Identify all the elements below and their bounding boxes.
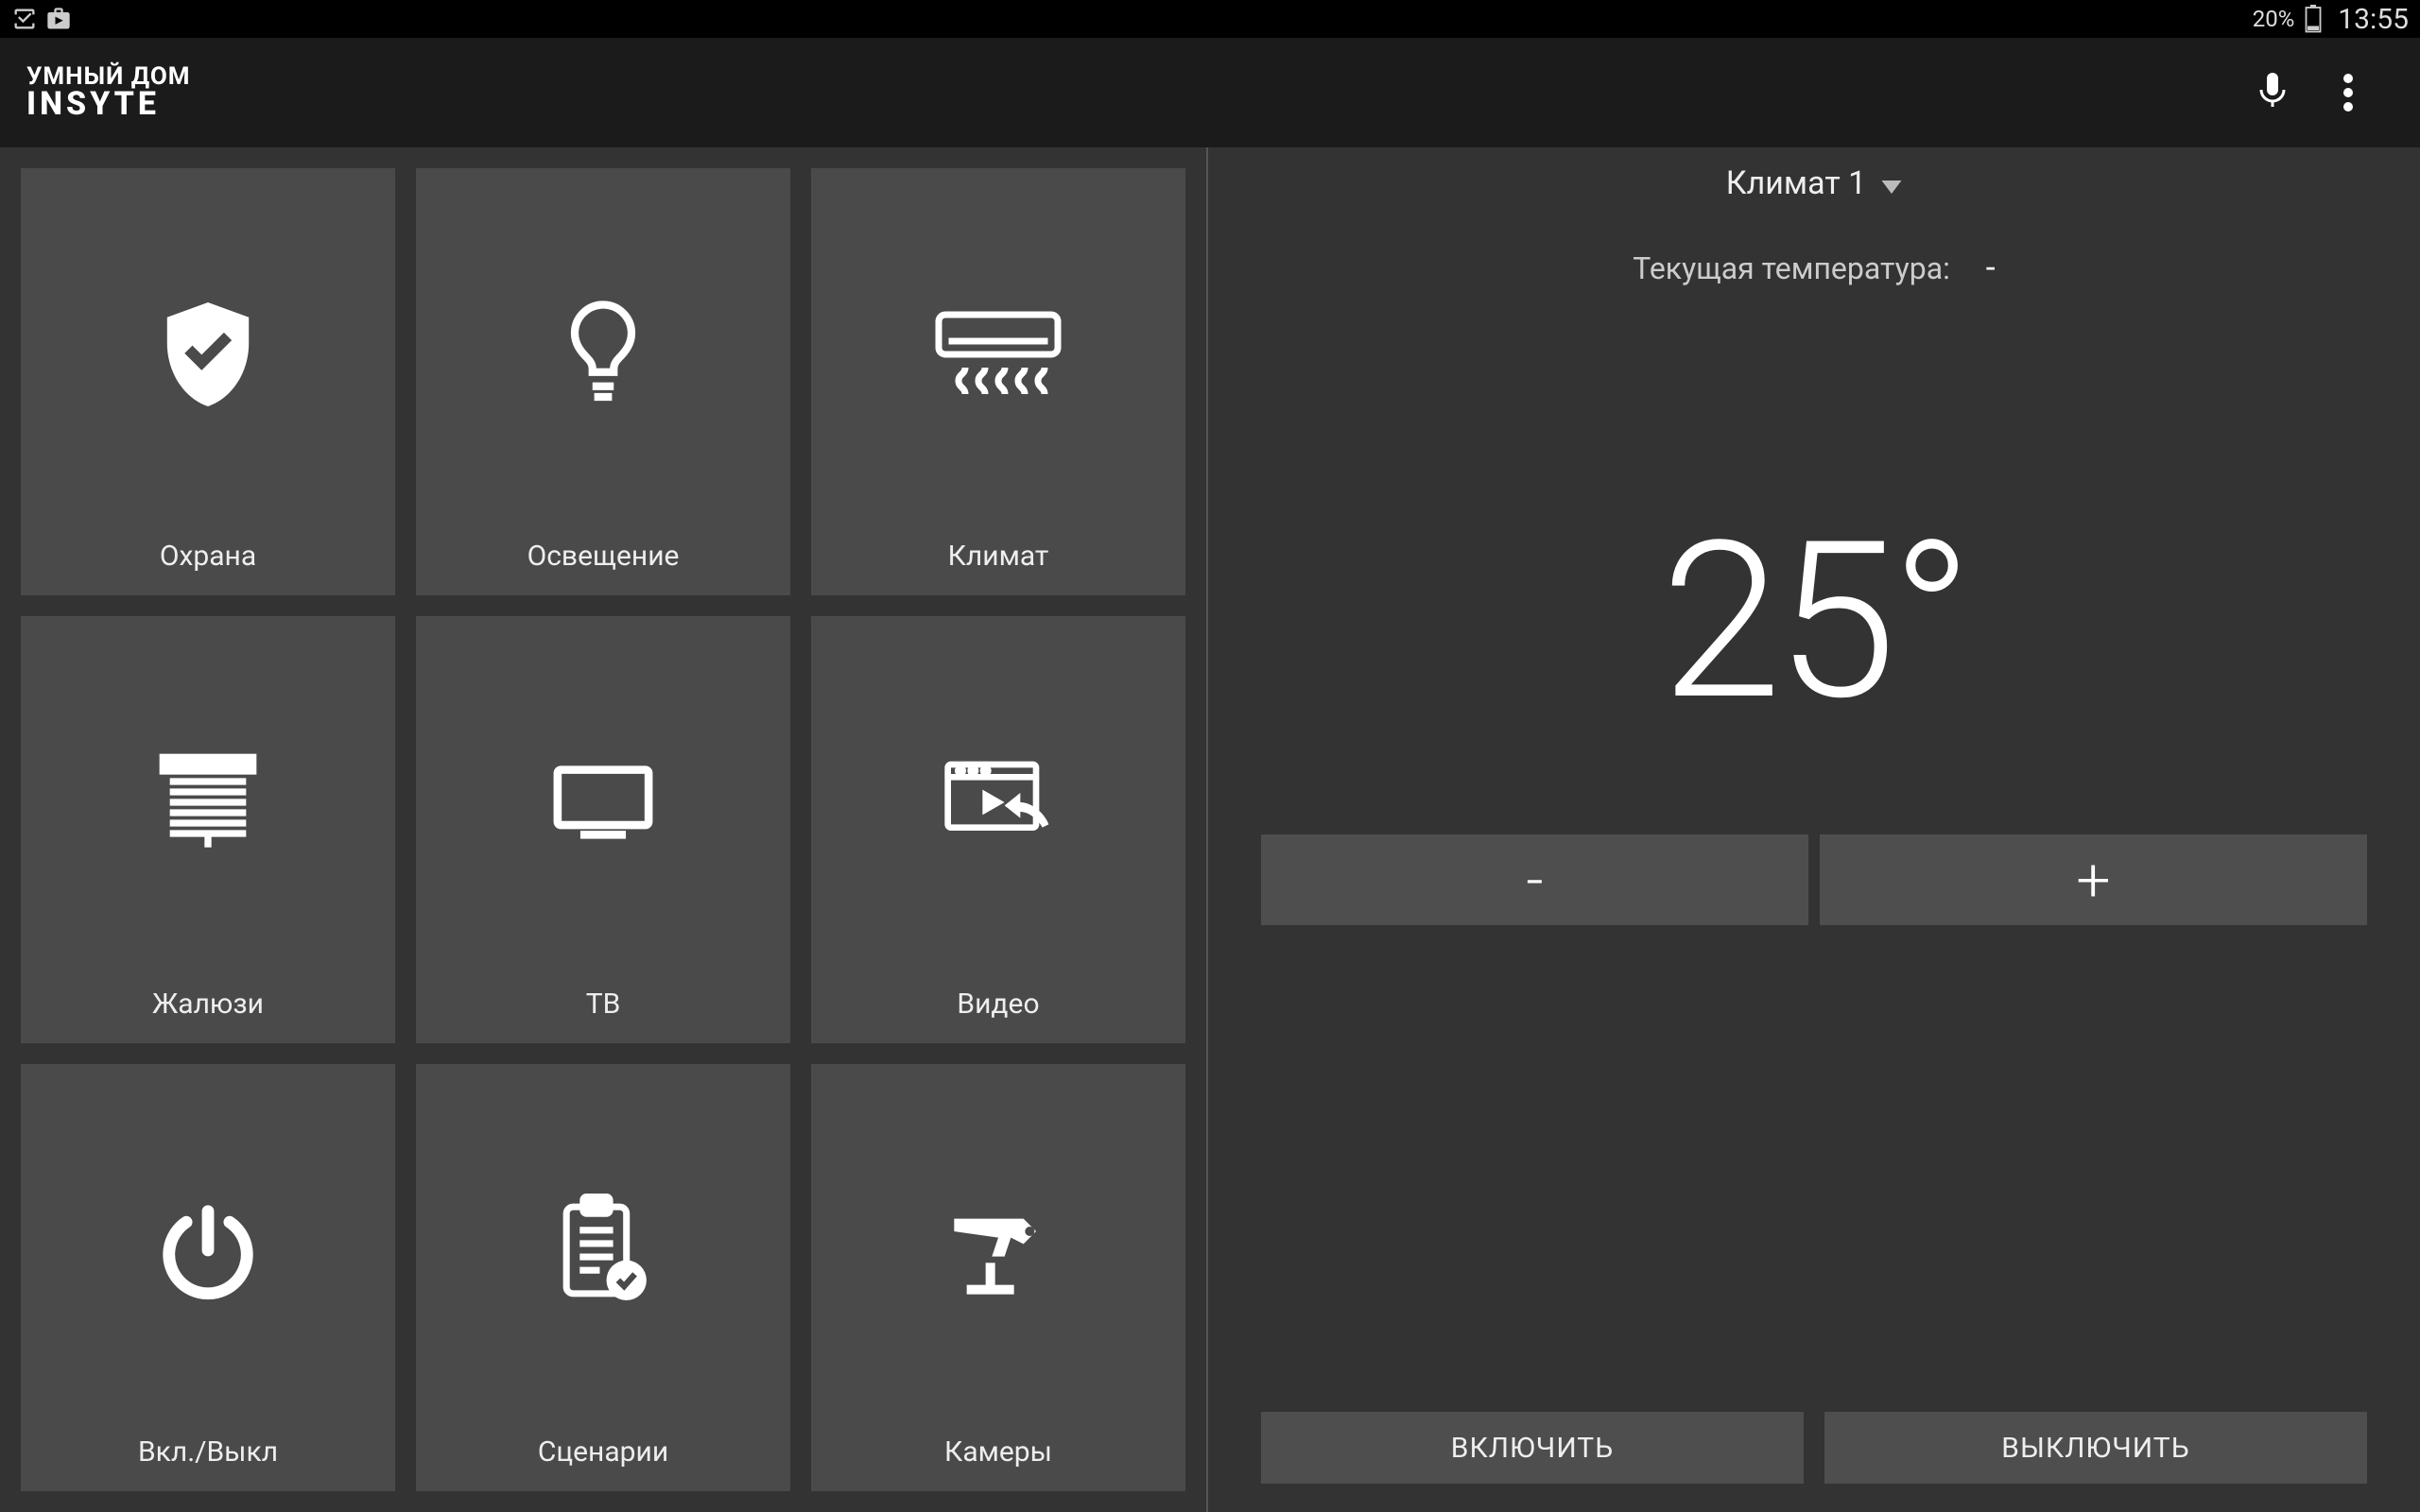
climate-panel: Климат 1 Текущая температура: - 25° - + … (1208, 147, 2420, 1512)
tile-cameras[interactable]: Камеры (811, 1064, 1185, 1491)
overflow-menu-button[interactable] (2310, 55, 2386, 130)
download-done-icon (11, 6, 38, 32)
clock: 13:55 (2338, 3, 2409, 36)
tile-climate[interactable]: Климат (811, 168, 1185, 595)
decrease-temperature-button[interactable]: - (1261, 834, 1808, 925)
turn-on-button[interactable]: ВКЛЮЧИТЬ (1261, 1412, 1804, 1484)
current-temperature-value: - (1986, 248, 1996, 287)
zone-selector[interactable]: Климат 1 (1261, 164, 2367, 202)
current-temperature-label: Текущая температура: (1633, 250, 1950, 286)
tile-label: Камеры (944, 1435, 1052, 1469)
power-icon (156, 1064, 260, 1435)
zone-name: Климат 1 (1726, 164, 1866, 202)
setpoint-temperature: 25° (1261, 495, 2367, 749)
voice-button[interactable] (2235, 55, 2310, 130)
tv-icon (551, 616, 655, 988)
turn-off-button[interactable]: ВЫКЛЮЧИТЬ (1824, 1412, 2367, 1484)
tile-label: Климат (948, 540, 1049, 573)
bulb-icon (561, 168, 646, 540)
microphone-icon (2256, 69, 2290, 116)
tile-label: ТВ (586, 988, 621, 1021)
increase-temperature-button[interactable]: + (1820, 834, 2367, 925)
cctv-icon (942, 1064, 1055, 1435)
android-status-bar: 20% 13:55 (0, 0, 2420, 38)
play-store-icon (45, 6, 72, 32)
blinds-icon (156, 616, 260, 988)
battery-icon (2304, 5, 2323, 33)
current-temperature-row: Текущая температура: - (1261, 248, 2367, 287)
tile-label: Сценарии (538, 1435, 668, 1469)
shield-check-icon (161, 168, 255, 540)
clipboard-check-icon (551, 1064, 655, 1435)
tile-label: Охрана (160, 540, 256, 573)
tile-label: Освещение (527, 540, 680, 573)
app-header: УМНЫЙ ДОМ INSYTE (0, 38, 2420, 147)
tile-label: Вкл./Выкл (138, 1435, 278, 1469)
tile-tv[interactable]: ТВ (416, 616, 790, 1043)
tile-power[interactable]: Вкл./Выкл (21, 1064, 395, 1491)
video-touch-icon (942, 616, 1055, 988)
tile-scenarios[interactable]: Сценарии (416, 1064, 790, 1491)
chevron-down-icon (1881, 164, 1902, 202)
ac-unit-icon (932, 168, 1064, 540)
more-vert-icon (2343, 74, 2353, 112)
tile-lighting[interactable]: Освещение (416, 168, 790, 595)
tile-blinds[interactable]: Жалюзи (21, 616, 395, 1043)
category-grid: Охрана Освещение Климат Жалюзи (0, 147, 1206, 1512)
tile-security[interactable]: Охрана (21, 168, 395, 595)
brand-logo: УМНЫЙ ДОМ INSYTE (26, 64, 191, 122)
tile-video[interactable]: Видео (811, 616, 1185, 1043)
tile-label: Видео (957, 988, 1039, 1021)
battery-percent: 20% (2253, 6, 2295, 32)
tile-label: Жалюзи (152, 988, 264, 1021)
